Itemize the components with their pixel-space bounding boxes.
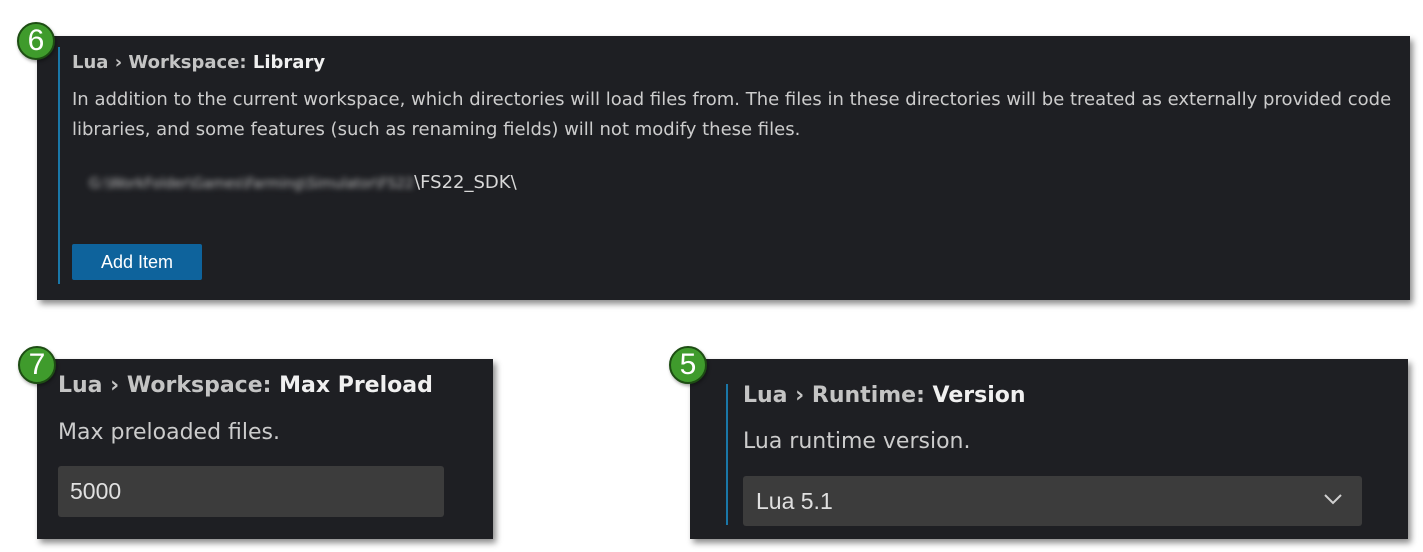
setting-key: Library xyxy=(252,52,326,73)
library-path-suffix: \FS22_SDK\ xyxy=(414,172,517,193)
setting-description: Lua runtime version. xyxy=(743,429,971,454)
library-list-item[interactable]: G:\WorkFolder\Games\Farming\Simulator\FS… xyxy=(89,172,517,193)
setting-category: Lua › Runtime: xyxy=(743,383,933,408)
step-badge-7: 7 xyxy=(18,346,56,384)
step-badge-5: 5 xyxy=(669,346,707,384)
setting-key: Max Preload xyxy=(279,373,433,398)
focus-indicator xyxy=(58,47,60,284)
runtime-version-setting-panel: Lua › Runtime: Version Lua runtime versi… xyxy=(690,359,1408,539)
setting-description: In addition to the current workspace, wh… xyxy=(72,89,1392,140)
max-preload-input[interactable]: 5000 xyxy=(58,466,444,517)
selected-value: Lua 5.1 xyxy=(756,488,833,514)
max-preload-setting-panel: Lua › Workspace: Max Preload Max preload… xyxy=(37,359,493,539)
step-badge-6: 6 xyxy=(17,22,55,60)
add-item-button[interactable]: Add Item xyxy=(72,244,202,280)
setting-description: Max preloaded files. xyxy=(58,420,281,445)
focus-indicator xyxy=(726,384,728,525)
setting-title: Lua › Runtime: Version xyxy=(743,383,1026,408)
setting-category: Lua › Workspace: xyxy=(58,373,280,398)
setting-title: Lua › Workspace: Library xyxy=(72,52,325,73)
runtime-version-select[interactable]: Lua 5.1 xyxy=(743,476,1362,526)
chevron-down-icon xyxy=(1324,494,1342,505)
library-setting-panel: Lua › Workspace: Library In addition to … xyxy=(37,36,1410,300)
setting-category: Lua › Workspace: xyxy=(72,52,253,73)
setting-title: Lua › Workspace: Max Preload xyxy=(58,373,433,398)
blurred-path: G:\WorkFolder\Games\Farming\Simulator\FS… xyxy=(89,176,415,192)
setting-key: Version xyxy=(932,383,1026,408)
